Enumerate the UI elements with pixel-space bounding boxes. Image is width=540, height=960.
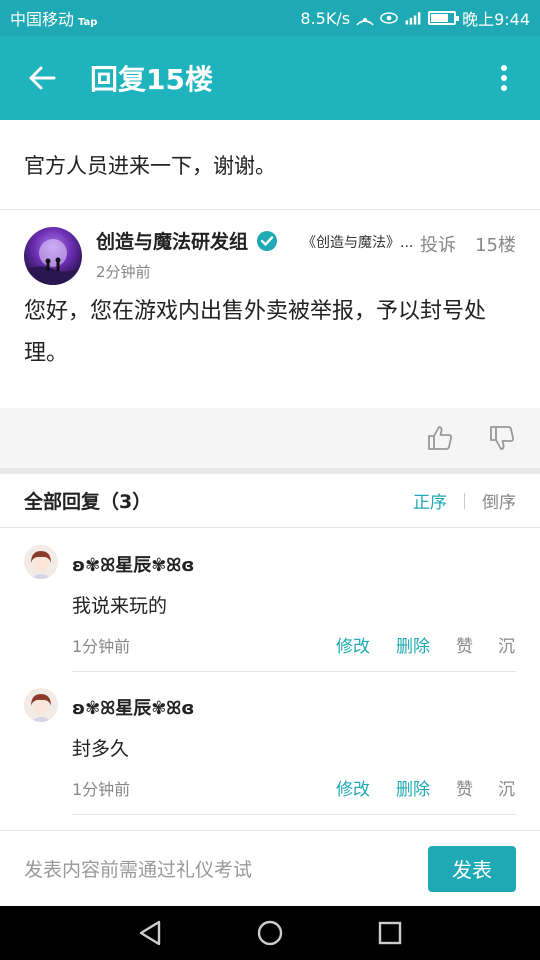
report-button[interactable]: 投诉 [420, 231, 456, 257]
sort-descending-button[interactable]: 倒序 [482, 488, 516, 513]
carrier: 中国移动 Tap [10, 6, 97, 30]
reply-item: ʚ✾ꕤ星辰✾ꕤɞ 我说来玩的 1分钟前 修改 删除 赞 沉 [0, 529, 540, 672]
post-time: 2分钟前 [96, 263, 151, 281]
signal-icon [404, 10, 422, 26]
like-button[interactable]: 赞 [456, 775, 473, 800]
reply-text: 封多久 [72, 738, 130, 760]
avatar-image [24, 239, 82, 285]
eye-icon [380, 10, 398, 26]
thumbs-up-button[interactable] [426, 424, 454, 452]
square-recents-icon [378, 921, 402, 945]
clock: 晚上9:44 [462, 10, 530, 29]
hotspot-icon [356, 10, 374, 26]
sort-toggle: 正序 倒序 [413, 488, 516, 513]
more-vertical-icon [501, 65, 507, 91]
system-nav-bar [0, 906, 540, 960]
edit-button[interactable]: 修改 [336, 632, 370, 657]
post-actions [0, 408, 540, 468]
back-button[interactable] [0, 36, 84, 120]
status-bar: 中国移动 Tap 8.5K/s 晚上9:44 [0, 0, 540, 36]
author-avatar[interactable] [24, 227, 82, 285]
reply-divider [72, 814, 516, 815]
tap-label: Tap [78, 17, 98, 28]
reply-time: 1分钟前 [72, 637, 131, 656]
reply-text: 我说来玩的 [72, 595, 168, 617]
sink-button[interactable]: 沉 [498, 775, 515, 800]
carrier-name: 中国移动 [10, 10, 75, 29]
reply-author[interactable]: ʚ✾ꕤ星辰✾ꕤɞ [72, 694, 194, 720]
floor-number: 15楼 [475, 235, 516, 256]
delete-button[interactable]: 删除 [396, 632, 430, 657]
circle-home-icon [257, 920, 283, 946]
reply-avatar[interactable] [24, 545, 58, 579]
comment-input[interactable]: 发表内容前需通过礼仪考试 [24, 855, 252, 882]
sink-button[interactable]: 沉 [498, 632, 515, 657]
reply-author[interactable]: ʚ✾ꕤ星辰✾ꕤɞ [72, 551, 194, 577]
publish-button[interactable]: 发表 [428, 845, 516, 892]
replies-count-title: 全部回复（3） [24, 491, 152, 513]
app-bar: 回复15楼 [0, 36, 540, 120]
thumbs-up-icon [428, 426, 452, 450]
nav-back-button[interactable] [130, 913, 170, 953]
author-group: 《创造与魔法》... [302, 235, 414, 251]
more-button[interactable] [468, 36, 540, 120]
thumbs-down-button[interactable] [488, 424, 516, 452]
floor-post: 创造与魔法研发组 《创造与魔法》... 投诉 15楼 2分钟前 您好，您在游戏内… [0, 211, 540, 408]
battery-icon [428, 11, 460, 25]
nav-recents-button[interactable] [370, 913, 410, 953]
thread-title: 官方人员进来一下，谢谢。 [0, 120, 540, 210]
page-title: 回复15楼 [90, 63, 213, 96]
avatar-image [24, 545, 58, 579]
post-body: 您好，您在游戏内出售外卖被举报，予以封号处理。 [24, 299, 487, 366]
comment-bar: 发表内容前需通过礼仪考试 发表 [0, 830, 540, 906]
edit-button[interactable]: 修改 [336, 775, 370, 800]
sort-separator [464, 492, 465, 509]
reply-time: 1分钟前 [72, 780, 131, 799]
reply-avatar[interactable] [24, 688, 58, 722]
nav-home-button[interactable] [250, 913, 290, 953]
arrow-left-icon [29, 66, 56, 90]
triangle-back-icon [139, 920, 161, 946]
thumbs-down-icon [490, 426, 514, 450]
sort-ascending-button[interactable]: 正序 [413, 488, 447, 513]
author-name[interactable]: 创造与魔法研发组 [96, 227, 278, 254]
replies-header: 全部回复（3） 正序 倒序 [0, 474, 540, 528]
delete-button[interactable]: 删除 [396, 775, 430, 800]
avatar-image [24, 688, 58, 722]
network-speed: 8.5K/s [300, 8, 351, 28]
reply-item: ʚ✾ꕤ星辰✾ꕤɞ 封多久 1分钟前 修改 删除 赞 沉 [0, 672, 540, 815]
verified-badge-icon [256, 230, 278, 252]
author-name-text: 创造与魔法研发组 [96, 231, 249, 253]
like-button[interactable]: 赞 [456, 632, 473, 657]
battery-fill [431, 14, 449, 22]
